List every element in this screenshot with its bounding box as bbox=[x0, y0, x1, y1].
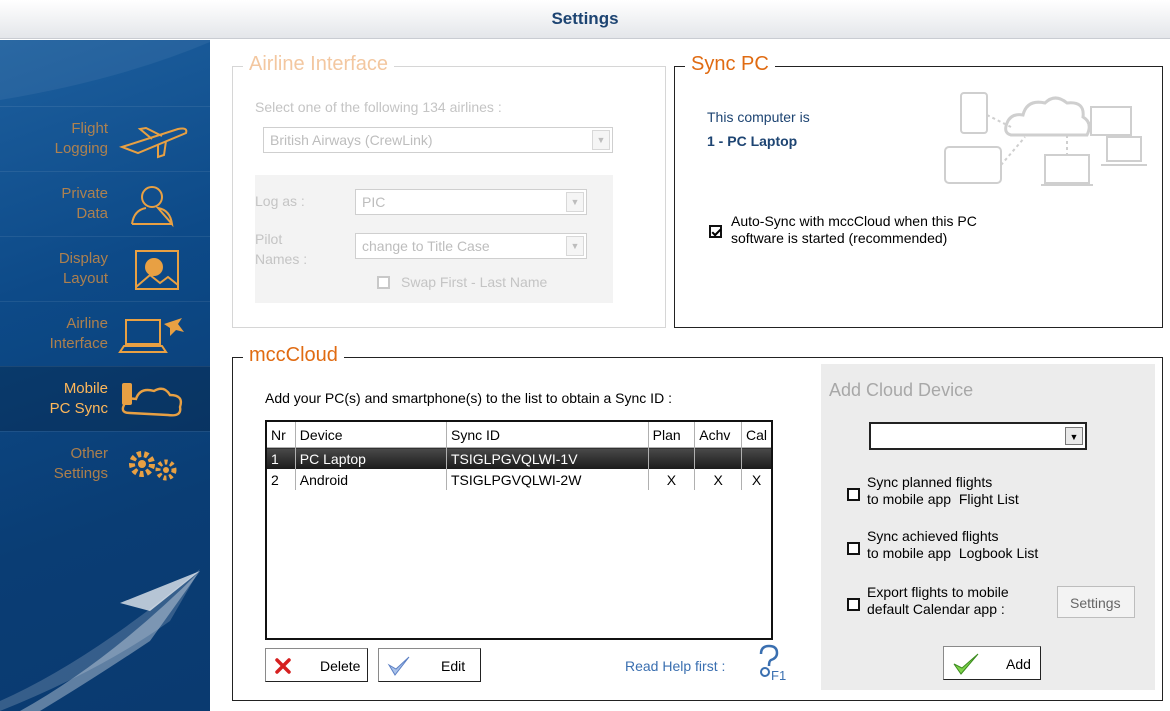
table-row[interactable]: 2 Android TSIGLPGVQLWI-2W X X X bbox=[267, 469, 771, 490]
picture-icon bbox=[135, 250, 179, 290]
mcccloud-group: mccCloud Add your PC(s) and smartphone(s… bbox=[232, 344, 1163, 701]
export-calendar-checkbox[interactable] bbox=[847, 598, 860, 611]
autosync-checkbox[interactable] bbox=[709, 225, 722, 238]
airline-interface-group: Airline Interface Select one of the foll… bbox=[232, 53, 666, 328]
chevron-down-icon: ▼ bbox=[1065, 427, 1083, 445]
sidebar-item-label: Flight Logging bbox=[54, 120, 108, 157]
laptop-plane-icon bbox=[118, 318, 184, 353]
export-calendar-label: Export flights to mobile default Calenda… bbox=[867, 584, 1009, 617]
sidebar-item-display-layout[interactable]: Display Layout bbox=[0, 236, 210, 301]
chevron-down-icon: ▼ bbox=[566, 236, 584, 256]
sync-pc-title: Sync PC bbox=[685, 53, 775, 76]
sync-achieved-label: Sync achieved flights to mobile app Logb… bbox=[867, 528, 1039, 561]
add-button[interactable]: Add bbox=[943, 646, 1041, 680]
col-nr[interactable]: Nr bbox=[267, 422, 296, 448]
read-help-label: Read Help first : bbox=[625, 658, 726, 674]
device-type-select[interactable]: ▼ bbox=[869, 422, 1087, 450]
computer-name: 1 - PC Laptop bbox=[707, 133, 798, 149]
airline-select-value: British Airways (CrewLink) bbox=[270, 132, 433, 148]
sidebar-item-label: Other Settings bbox=[53, 445, 108, 482]
swap-names-checkbox[interactable] bbox=[377, 276, 390, 289]
delete-button[interactable]: Delete bbox=[265, 648, 368, 682]
sync-planned-label: Sync planned flights to mobile app Fligh… bbox=[867, 474, 1019, 507]
airplane-icon bbox=[118, 126, 188, 159]
sidebar-item-airline-interface[interactable]: Airline Interface bbox=[0, 301, 210, 366]
row-achv: X bbox=[694, 469, 742, 490]
airline-select[interactable]: British Airways (CrewLink) ▼ bbox=[263, 127, 613, 153]
delete-x-icon bbox=[275, 658, 291, 674]
sidebar-item-label: Display Layout bbox=[58, 250, 108, 287]
add-cloud-device-panel: Add Cloud Device ▼ Sync planned flights … bbox=[821, 364, 1155, 690]
mcccloud-title: mccCloud bbox=[243, 344, 344, 367]
chevron-down-icon: ▼ bbox=[566, 192, 584, 212]
row-cal bbox=[741, 447, 771, 469]
airline-interface-title: Airline Interface bbox=[243, 53, 394, 76]
col-plan[interactable]: Plan bbox=[648, 422, 696, 448]
col-device[interactable]: Device bbox=[295, 422, 448, 448]
sidebar-item-flight-logging[interactable]: Flight Logging bbox=[0, 106, 210, 171]
checkmark-icon bbox=[953, 653, 979, 675]
chevron-down-icon: ▼ bbox=[592, 130, 610, 150]
calendar-settings-button[interactable]: Settings bbox=[1057, 586, 1135, 618]
sidebar-item-label: Airline Interface bbox=[49, 315, 108, 352]
edit-button-label: Edit bbox=[441, 658, 466, 674]
table-header-row: Nr Device Sync ID Plan Achv Cal bbox=[267, 422, 771, 448]
row-plan: X bbox=[648, 469, 696, 490]
row-sync-id: TSIGLPGVQLWI-2W bbox=[446, 469, 649, 490]
paper-plane-graphic bbox=[0, 569, 200, 711]
sidebar: Flight Logging Private Data Display Layo… bbox=[0, 40, 210, 711]
row-device: Android bbox=[295, 469, 448, 490]
row-device: PC Laptop bbox=[295, 447, 448, 469]
row-cal: X bbox=[751, 471, 762, 488]
help-key-label: F1 bbox=[771, 668, 787, 683]
add-button-label: Add bbox=[1006, 656, 1031, 672]
sync-achieved-checkbox[interactable] bbox=[847, 542, 860, 555]
pilot-names-select[interactable]: change to Title Case ▼ bbox=[355, 233, 587, 259]
device-table[interactable]: Nr Device Sync ID Plan Achv Cal 1 PC Lap… bbox=[265, 420, 773, 640]
sidebar-item-mobile-pc-sync[interactable]: Mobile PC Sync bbox=[0, 366, 210, 431]
sync-planned-checkbox[interactable] bbox=[847, 488, 860, 501]
checkmark-icon bbox=[387, 656, 410, 676]
delete-button-label: Delete bbox=[320, 658, 361, 674]
sidebar-item-private-data[interactable]: Private Data bbox=[0, 171, 210, 236]
log-as-value: PIC bbox=[362, 194, 386, 210]
row-plan bbox=[648, 447, 696, 469]
airline-options-box: Log as : PIC ▼ Pilot Names : change to T… bbox=[255, 175, 613, 303]
title-bar: Settings bbox=[0, 0, 1170, 39]
col-sync-id[interactable]: Sync ID bbox=[446, 422, 649, 448]
table-row[interactable]: 1 PC Laptop TSIGLPGVQLWI-1V bbox=[267, 447, 771, 469]
mcc-instruction: Add your PC(s) and smartphone(s) to the … bbox=[265, 390, 672, 406]
pilot-names-label: Pilot Names : bbox=[255, 231, 308, 267]
sidebar-item-label: Mobile PC Sync bbox=[49, 380, 108, 417]
autosync-label: Auto-Sync with mccCloud when this PC sof… bbox=[731, 213, 977, 246]
gears-icon bbox=[129, 451, 177, 481]
airline-prompt: Select one of the following 134 airlines… bbox=[255, 99, 502, 115]
edit-button[interactable]: Edit bbox=[378, 648, 481, 682]
cloud-devices-icon bbox=[944, 92, 1147, 186]
row-nr: 2 bbox=[267, 469, 296, 490]
log-as-select[interactable]: PIC ▼ bbox=[355, 189, 587, 215]
sidebar-top-curve bbox=[0, 40, 210, 100]
sync-pc-group: Sync PC This computer is 1 - PC Laptop A… bbox=[674, 53, 1163, 328]
row-nr: 1 bbox=[267, 447, 296, 469]
row-achv bbox=[694, 447, 742, 469]
row-sync-id: TSIGLPGVQLWI-1V bbox=[446, 447, 649, 469]
pilot-names-value: change to Title Case bbox=[362, 238, 490, 254]
col-cal[interactable]: Cal bbox=[741, 422, 771, 448]
person-icon bbox=[131, 186, 174, 228]
sidebar-item-label: Private Data bbox=[61, 185, 108, 222]
swap-names-label: Swap First - Last Name bbox=[401, 274, 548, 290]
add-cloud-device-title: Add Cloud Device bbox=[829, 380, 974, 400]
phone-cloud-icon bbox=[121, 383, 183, 417]
computer-is-label: This computer is bbox=[707, 109, 810, 125]
settings-button-label: Settings bbox=[1070, 595, 1121, 611]
col-achv[interactable]: Achv bbox=[694, 422, 742, 448]
window-title: Settings bbox=[551, 9, 619, 28]
log-as-label: Log as : bbox=[255, 193, 305, 209]
help-icon[interactable]: F1 bbox=[755, 644, 789, 684]
sidebar-item-other-settings[interactable]: Other Settings bbox=[0, 431, 210, 496]
